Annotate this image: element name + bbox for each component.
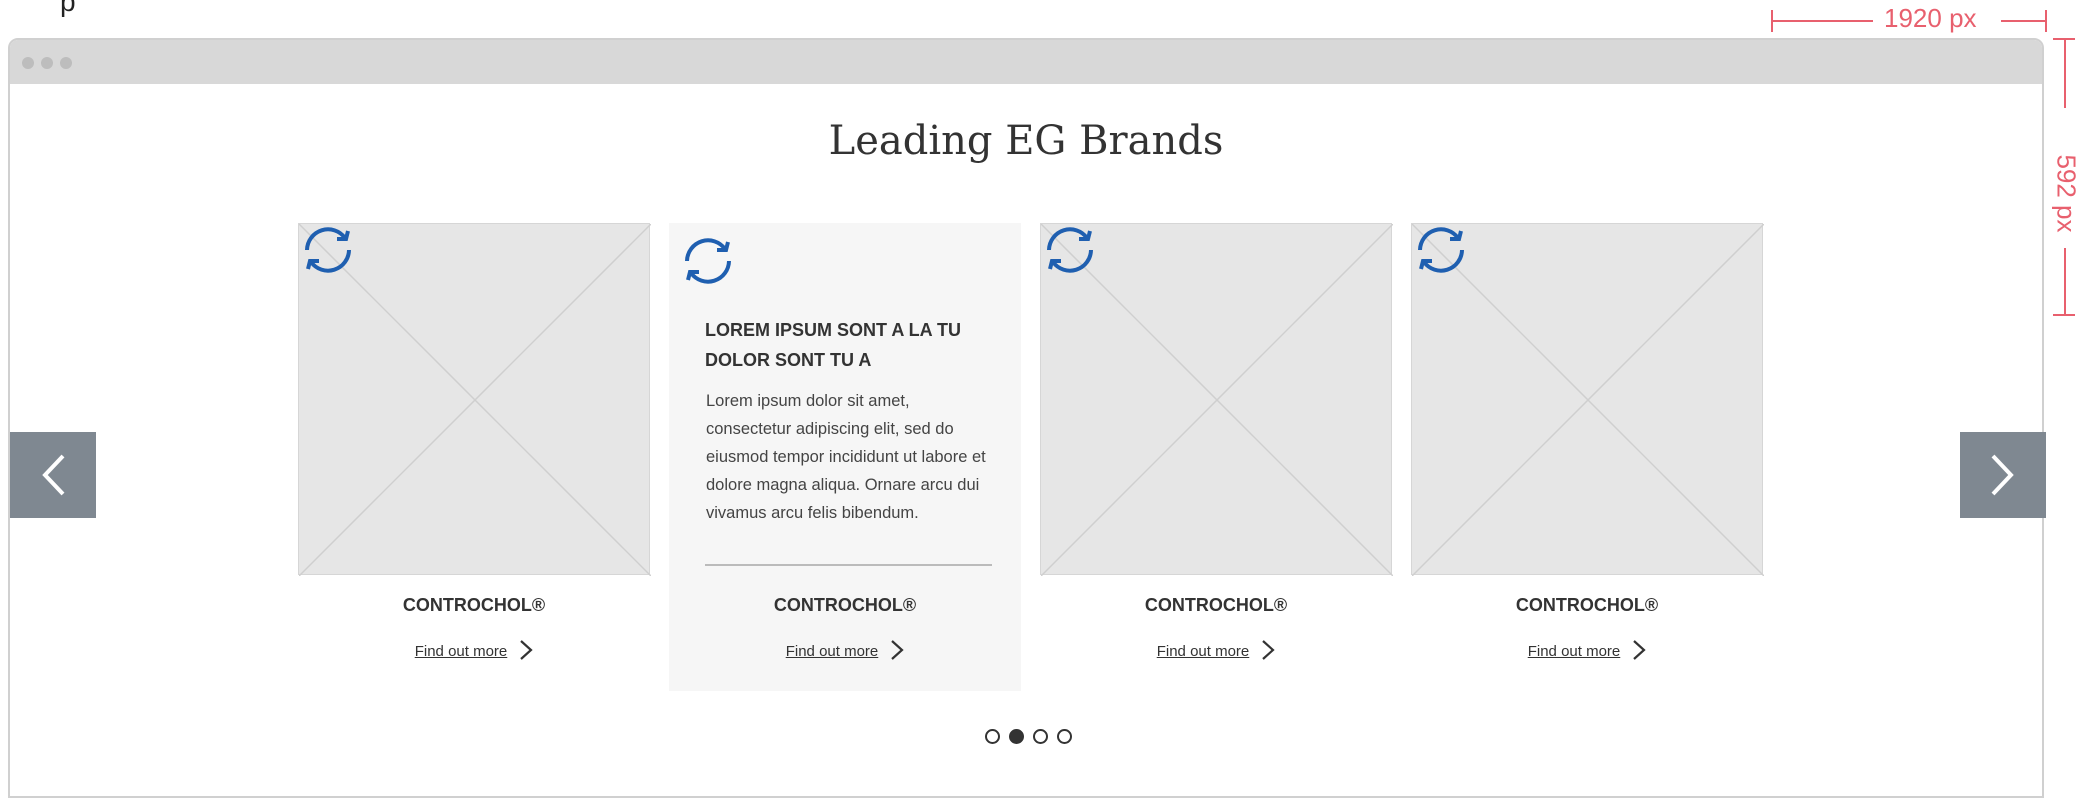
card-description: Lorem ipsum dolor sit amet, consectetur … xyxy=(706,392,986,522)
find-out-more-label[interactable]: Find out more xyxy=(415,643,508,660)
brand-name: CONTROCHOL® xyxy=(402,595,546,615)
rotate-icon[interactable] xyxy=(299,224,357,276)
brand-card: CONTROCHOL® Find out more xyxy=(1411,223,1764,691)
width-dimension: 1920 px xyxy=(1771,3,2047,34)
section-title: Leading EG Brands xyxy=(828,118,1224,164)
carousel-prev-button[interactable] xyxy=(10,432,96,518)
brand-card: CONTROCHOL® Find out more xyxy=(1040,223,1393,691)
chevron-right-icon xyxy=(891,640,904,660)
height-label: 592 px xyxy=(2051,154,2082,233)
rotate-icon[interactable] xyxy=(679,235,737,287)
find-out-more-link[interactable]: Find out more xyxy=(669,640,1021,663)
pagination-dot[interactable] xyxy=(985,729,1000,745)
brand-name: CONTROCHOL® xyxy=(1515,595,1659,615)
chevron-right-icon xyxy=(1991,454,2014,496)
pagination-dot[interactable] xyxy=(1057,729,1072,745)
find-out-more-label[interactable]: Find out more xyxy=(786,643,879,660)
chevron-right-icon xyxy=(1633,640,1646,660)
image-placeholder xyxy=(1411,223,1764,576)
find-out-more-link[interactable]: Find out more xyxy=(298,640,650,663)
rotate-icon[interactable] xyxy=(1412,224,1470,276)
top-label: p xyxy=(60,0,76,17)
window-dot xyxy=(22,57,34,69)
carousel-pagination xyxy=(985,728,1081,746)
window-dot xyxy=(41,57,53,69)
chevron-right-icon xyxy=(1262,640,1275,660)
chevron-right-icon xyxy=(520,640,533,660)
height-dimension: 592 px xyxy=(2050,38,2082,318)
find-out-more-link[interactable]: Find out more xyxy=(1040,640,1392,663)
card-heading: LOREM IPSUM SONT A LA TU DOLOR SONT TU A xyxy=(705,320,961,370)
find-out-more-label[interactable]: Find out more xyxy=(1528,643,1621,660)
brand-name: CONTROCHOL® xyxy=(1144,595,1288,615)
brand-card-active: LOREM IPSUM SONT A LA TU DOLOR SONT TU A… xyxy=(669,223,1021,691)
find-out-more-label[interactable]: Find out more xyxy=(1157,643,1250,660)
divider xyxy=(705,564,992,566)
image-placeholder xyxy=(298,223,651,576)
browser-window: Leading EG Brands CONTROCHOL® Find out m… xyxy=(8,38,2046,798)
window-dot xyxy=(60,57,72,69)
image-placeholder xyxy=(1040,223,1393,576)
width-label: 1920 px xyxy=(1884,3,1977,33)
brand-card: CONTROCHOL® Find out more xyxy=(298,223,651,691)
browser-titlebar xyxy=(10,40,2042,84)
rotate-icon[interactable] xyxy=(1041,224,1099,276)
carousel-next-button[interactable] xyxy=(1960,432,2046,518)
chevron-left-icon xyxy=(42,454,65,496)
find-out-more-link[interactable]: Find out more xyxy=(1411,640,1763,663)
pagination-dot-active[interactable] xyxy=(1009,729,1024,745)
brand-name: CONTROCHOL® xyxy=(773,595,917,615)
pagination-dot[interactable] xyxy=(1033,729,1048,745)
